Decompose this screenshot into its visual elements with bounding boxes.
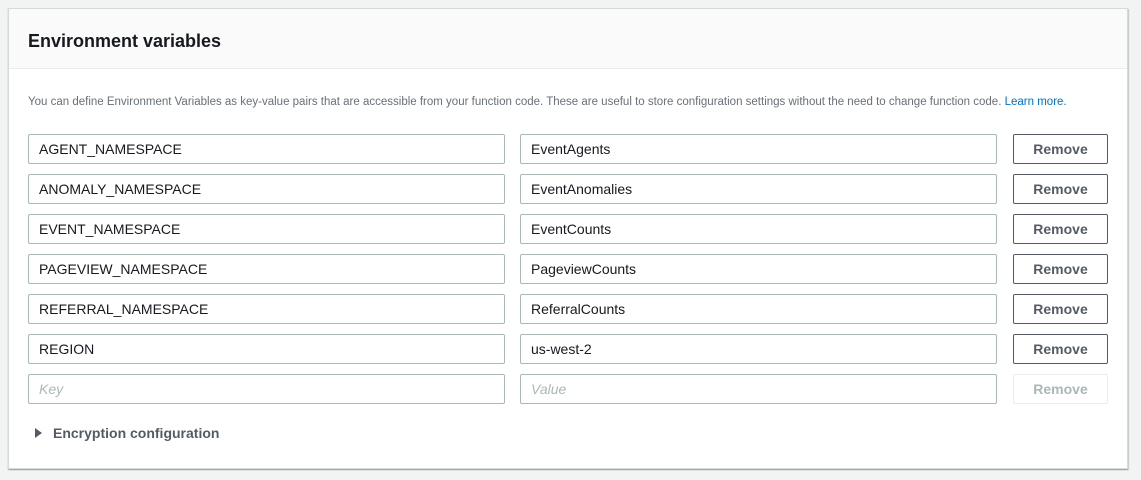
encryption-configuration-toggle[interactable]: Encryption configuration	[35, 425, 219, 441]
variable-key-input[interactable]	[28, 214, 505, 244]
remove-button[interactable]: Remove	[1013, 134, 1108, 164]
variable-value-input[interactable]	[520, 254, 997, 284]
variable-key-input[interactable]	[28, 294, 505, 324]
learn-more-link[interactable]: Learn more.	[1005, 96, 1067, 108]
caret-right-icon	[35, 428, 42, 438]
variable-value-input[interactable]	[520, 134, 997, 164]
variable-value-input[interactable]	[520, 294, 997, 324]
new-value-input[interactable]	[520, 374, 997, 404]
remove-button[interactable]: Remove	[1013, 334, 1108, 364]
encryption-configuration-label: Encryption configuration	[53, 425, 220, 441]
description-text: You can define Environment Variables as …	[28, 96, 1002, 108]
variable-value-input[interactable]	[520, 214, 997, 244]
variable-value-input[interactable]	[520, 334, 997, 364]
variable-key-input[interactable]	[28, 334, 505, 364]
remove-button[interactable]: Remove	[1013, 254, 1108, 284]
panel-header: Environment variables	[9, 9, 1127, 69]
environment-variables-panel: Environment variables You can define Env…	[8, 8, 1128, 469]
panel-description: You can define Environment Variables as …	[28, 95, 1108, 110]
variable-key-input[interactable]	[28, 254, 505, 284]
remove-button[interactable]: Remove	[1013, 294, 1108, 324]
variable-key-input[interactable]	[28, 174, 505, 204]
remove-button[interactable]: Remove	[1013, 174, 1108, 204]
variable-key-input[interactable]	[28, 134, 505, 164]
variable-value-input[interactable]	[520, 174, 997, 204]
remove-button-disabled: Remove	[1013, 374, 1108, 404]
panel-title: Environment variables	[28, 31, 222, 51]
new-key-input[interactable]	[28, 374, 505, 404]
remove-button[interactable]: Remove	[1013, 214, 1108, 244]
